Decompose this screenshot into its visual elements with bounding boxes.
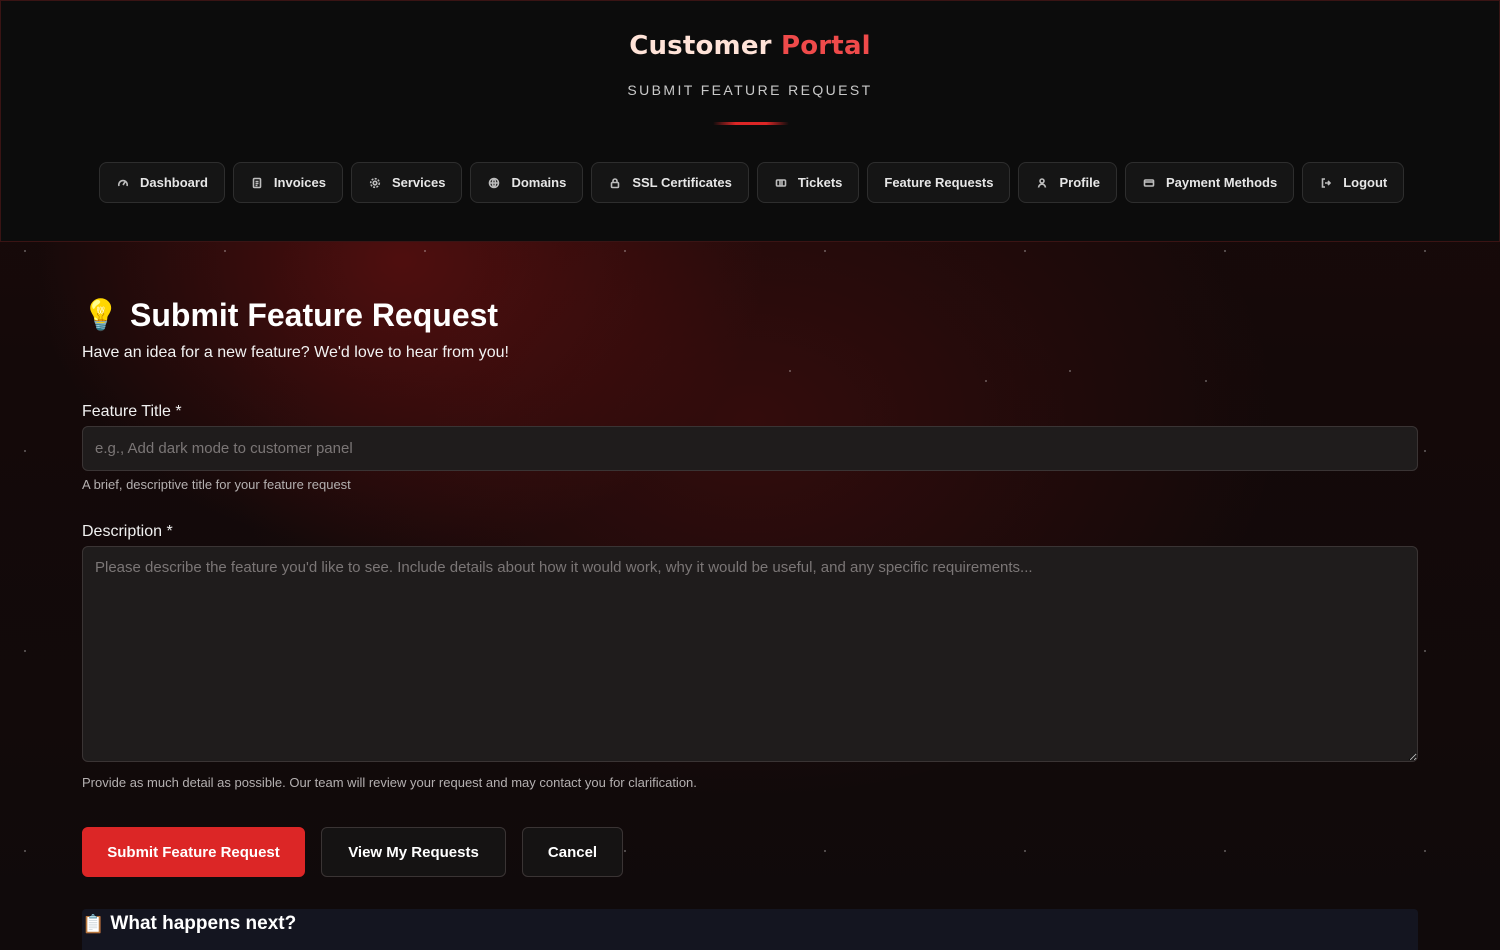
main-nav: Dashboard Invoices Services Domains SSL … — [99, 162, 1405, 203]
nav-tickets-label: Tickets — [797, 175, 843, 190]
main-content: 💡 Submit Feature Request Have an idea fo… — [82, 290, 1418, 950]
view-my-requests-button[interactable]: View My Requests — [321, 827, 506, 877]
what-happens-next-panel: 📋 What happens next? — [82, 909, 1418, 950]
feature-title-label: Feature Title * — [82, 403, 182, 420]
what-happens-next-title: What happens next? — [110, 913, 297, 934]
clipboard-icon: 📋 — [82, 913, 105, 935]
form-actions: Submit Feature Request View My Requests … — [82, 827, 623, 877]
gear-icon — [368, 176, 382, 190]
what-happens-next-heading: 📋 What happens next? — [82, 909, 1418, 939]
description-label: Description * — [82, 523, 173, 540]
nav-profile-label: Profile — [1059, 175, 1100, 190]
credit-card-icon — [1142, 176, 1156, 190]
brand-title: Customer Portal — [1, 31, 1499, 61]
submit-feature-request-button[interactable]: Submit Feature Request — [82, 827, 305, 877]
header-accent-divider — [713, 122, 789, 125]
brand-word-portal: Portal — [780, 31, 871, 61]
gauge-icon — [116, 176, 130, 190]
nav-domains[interactable]: Domains — [470, 162, 584, 203]
nav-feature-requests[interactable]: Feature Requests — [867, 162, 1011, 203]
nav-dashboard[interactable]: Dashboard — [99, 162, 225, 203]
invoice-icon — [250, 176, 264, 190]
nav-ssl-certificates-label: SSL Certificates — [632, 175, 732, 190]
nav-ssl-certificates[interactable]: SSL Certificates — [591, 162, 749, 203]
brand-word-customer: Customer — [629, 31, 772, 61]
nav-domains-label: Domains — [511, 175, 567, 190]
nav-services[interactable]: Services — [350, 162, 463, 203]
ticket-icon — [774, 176, 788, 190]
user-icon — [1035, 176, 1049, 190]
feature-title-hint: A brief, descriptive title for your feat… — [82, 477, 351, 492]
description-hint: Provide as much detail as possible. Our … — [82, 775, 697, 790]
nav-payment-methods-label: Payment Methods — [1165, 175, 1278, 190]
nav-dashboard-label: Dashboard — [140, 175, 208, 190]
feature-title-input[interactable] — [82, 426, 1418, 471]
lock-icon — [608, 176, 622, 190]
header-subtitle: SUBMIT FEATURE REQUEST — [627, 82, 873, 98]
nav-invoices[interactable]: Invoices — [232, 162, 343, 203]
cancel-button[interactable]: Cancel — [522, 827, 623, 877]
lightbulb-icon: 💡 — [82, 297, 120, 333]
globe-icon — [487, 176, 501, 190]
nav-services-label: Services — [391, 175, 446, 190]
nav-invoices-label: Invoices — [273, 175, 326, 190]
portal-header: Customer Portal SUBMIT FEATURE REQUEST D… — [0, 0, 1500, 242]
nav-payment-methods[interactable]: Payment Methods — [1124, 162, 1295, 203]
page-title: 💡 Submit Feature Request — [82, 290, 1418, 340]
description-textarea[interactable] — [82, 546, 1418, 762]
nav-logout[interactable]: Logout — [1302, 162, 1405, 203]
nav-tickets[interactable]: Tickets — [756, 162, 860, 203]
nav-profile[interactable]: Profile — [1018, 162, 1117, 203]
logout-icon — [1319, 176, 1333, 190]
nav-feature-requests-label: Feature Requests — [884, 175, 994, 190]
page-lead: Have an idea for a new feature? We'd lov… — [82, 344, 509, 361]
page-title-text: Submit Feature Request — [130, 296, 499, 333]
nav-logout-label: Logout — [1343, 175, 1388, 190]
